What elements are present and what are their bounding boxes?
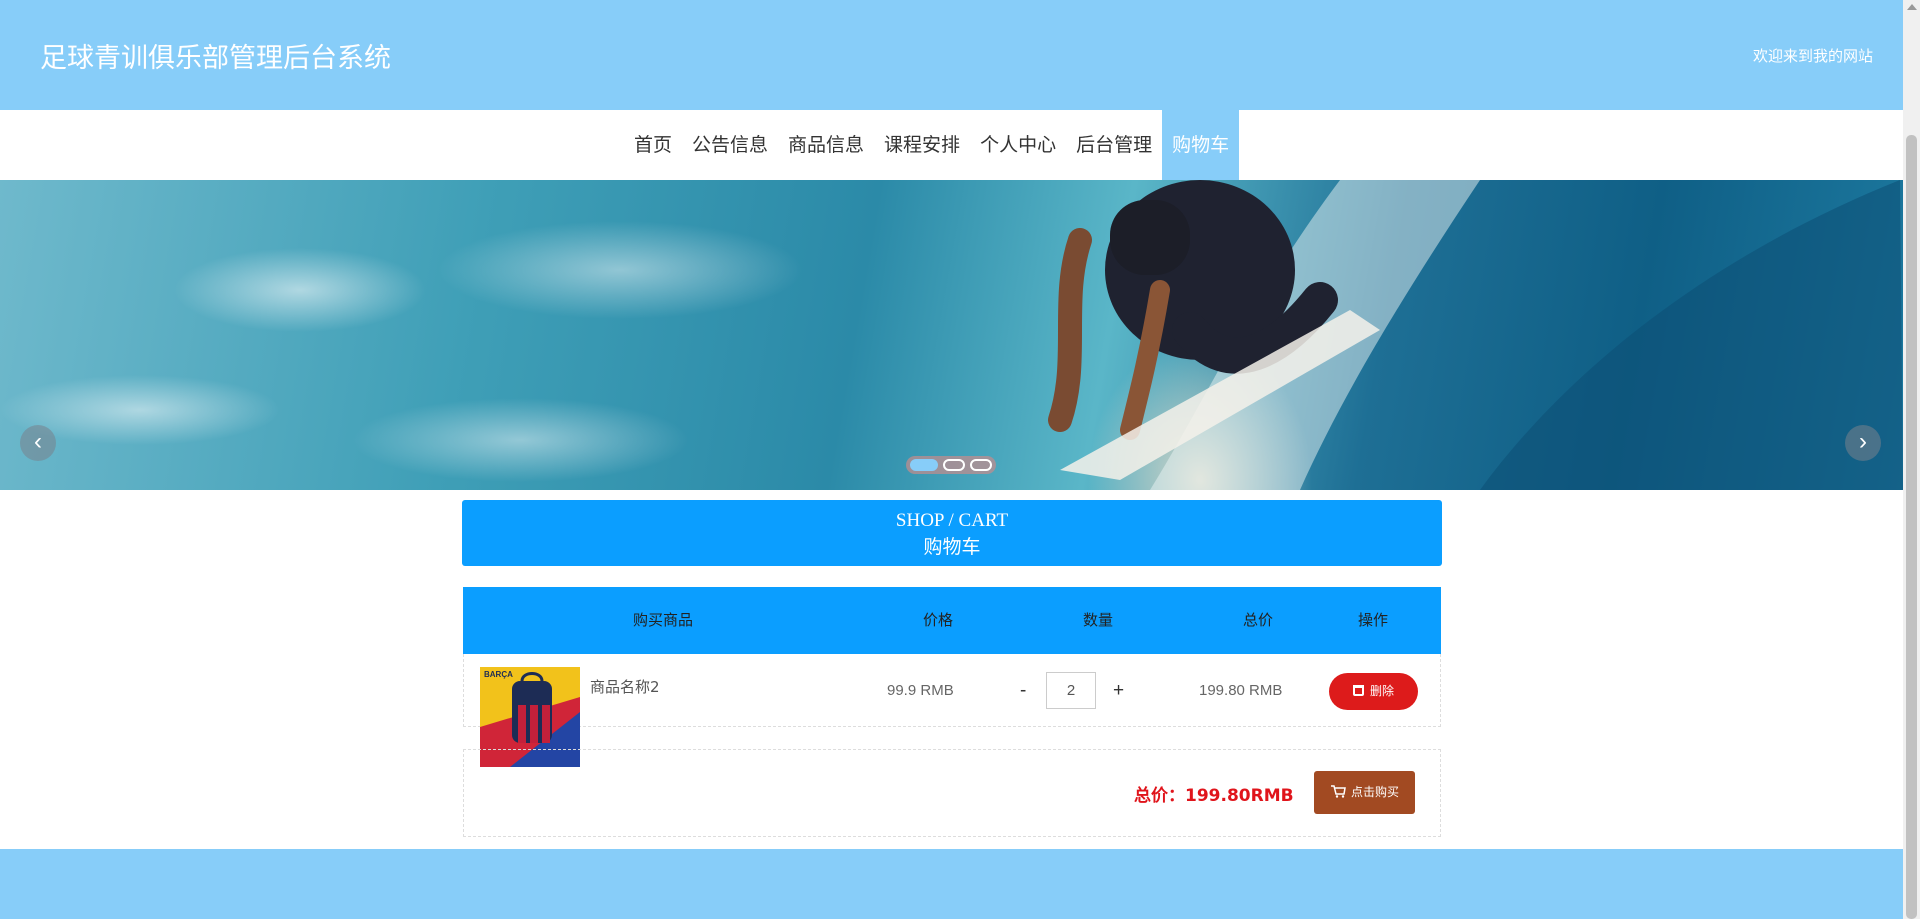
quantity-input[interactable]: 2 (1046, 672, 1096, 709)
section-title: SHOP / CART 购物车 (462, 500, 1442, 566)
buy-button[interactable]: 点击购买 (1314, 771, 1415, 814)
delete-button-label: 删除 (1369, 684, 1394, 698)
product-name[interactable]: 商品名称2 (590, 676, 660, 697)
scroll-up-arrow-icon[interactable] (1907, 4, 1917, 10)
banner-image (1048, 180, 1903, 490)
chevron-left-icon: ‹ (34, 428, 42, 455)
section-title-cn: 购物车 (923, 536, 981, 558)
product-subtotal: 199.80 RMB (1199, 682, 1283, 699)
footer (0, 849, 1903, 919)
nav-item-cart[interactable]: 购物车 (1162, 110, 1240, 180)
page: 足球青训俱乐部管理后台系统 欢迎来到我的网站 首页 公告信息 商品信息 课程安排… (0, 0, 1903, 919)
carousel-dot-3[interactable] (970, 459, 992, 471)
site-title: 足球青训俱乐部管理后台系统 (40, 43, 391, 74)
carousel-prev-button[interactable]: ‹ (20, 425, 56, 461)
nav-item-profile[interactable]: 个人中心 (970, 110, 1066, 180)
cart-icon (1330, 785, 1346, 798)
chevron-right-icon: › (1859, 428, 1867, 455)
nav-item-courses[interactable]: 课程安排 (874, 110, 970, 180)
nav-item-products[interactable]: 商品信息 (778, 110, 874, 180)
quantity-increase-button[interactable]: + (1113, 680, 1124, 702)
carousel-dot-1[interactable] (910, 459, 938, 471)
nav-list: 首页 公告信息 商品信息 课程安排 个人中心 后台管理 购物车 (624, 110, 1240, 180)
col-subtotal: 总价 (1242, 611, 1273, 629)
product-price: 99.9 RMB (887, 682, 954, 699)
main-nav: 首页 公告信息 商品信息 课程安排 个人中心 后台管理 购物车 (0, 110, 1903, 180)
buy-button-label: 点击购买 (1350, 785, 1399, 799)
cart-table-header: 购买商品 价格 数量 总价 操作 (463, 587, 1441, 654)
section-title-en: SHOP / CART (895, 510, 1009, 531)
carousel-indicators (906, 456, 996, 474)
welcome-text: 欢迎来到我的网站 (1752, 47, 1873, 65)
nav-item-admin[interactable]: 后台管理 (1066, 110, 1162, 180)
cart-summary (463, 749, 1441, 837)
page-scrollbar[interactable] (1903, 0, 1920, 919)
banner-carousel: ‹ › (0, 180, 1903, 490)
col-price: 价格 (922, 611, 953, 629)
nav-item-home[interactable]: 首页 (624, 110, 682, 180)
header: 足球青训俱乐部管理后台系统 欢迎来到我的网站 (0, 0, 1903, 110)
delete-button[interactable]: 删除 (1329, 673, 1418, 710)
cart-total: 总价：199.80RMB (1134, 786, 1294, 806)
col-action: 操作 (1357, 611, 1388, 629)
carousel-next-button[interactable]: › (1845, 425, 1881, 461)
scrollbar-thumb[interactable] (1906, 135, 1917, 919)
carousel-dot-2[interactable] (943, 459, 965, 471)
quantity-decrease-button[interactable]: - (1020, 680, 1026, 702)
trash-icon (1352, 685, 1364, 696)
col-product: 购买商品 (632, 611, 693, 629)
product-image-brand: BARÇA (484, 670, 513, 679)
col-quantity: 数量 (1082, 611, 1113, 629)
nav-item-announcements[interactable]: 公告信息 (682, 110, 778, 180)
